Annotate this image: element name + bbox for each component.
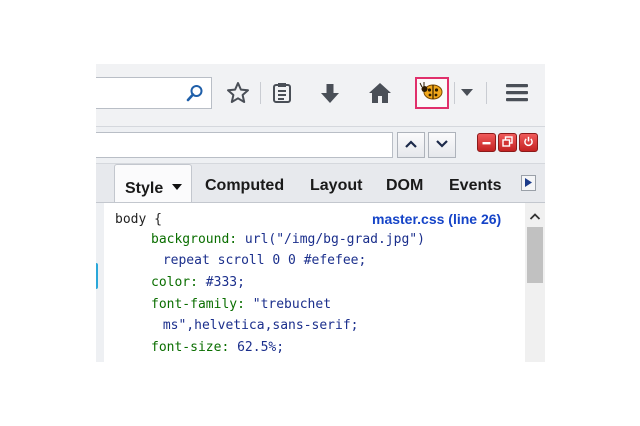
detach-button[interactable] xyxy=(498,133,517,152)
css-property: font-family: xyxy=(151,297,245,312)
css-value: repeat scroll 0 0 #efefee; xyxy=(155,253,367,268)
css-source-link[interactable]: master.css (line 26) xyxy=(372,211,501,227)
css-rule-panel: body { master.css (line 26) background: … xyxy=(104,203,525,362)
css-declaration-continued: ms",helvetica,sans-serif; xyxy=(155,316,359,336)
clipboard-icon[interactable] xyxy=(268,79,296,107)
css-declaration-continued: repeat scroll 0 0 #efefee; xyxy=(155,251,367,271)
vertical-scrollbar[interactable] xyxy=(525,203,545,362)
toolbar-separator xyxy=(486,82,487,104)
devtools-side-tabs: Style Computed Layout DOM Events xyxy=(96,164,545,203)
browser-window: Style Computed Layout DOM Events body { … xyxy=(96,64,545,362)
extension-button[interactable] xyxy=(415,77,449,109)
ladybug-icon xyxy=(419,80,445,107)
chevron-down-icon xyxy=(435,136,449,154)
search-icon[interactable] xyxy=(186,84,204,107)
minimize-button[interactable] xyxy=(477,133,496,152)
css-value: 62.5%; xyxy=(229,340,285,355)
css-value: ms",helvetica,sans-serif; xyxy=(155,318,359,333)
tab-layout[interactable]: Layout xyxy=(310,164,362,202)
scrollbar-thumb[interactable] xyxy=(527,227,543,283)
download-arrow-icon[interactable] xyxy=(316,79,344,107)
star-icon[interactable] xyxy=(224,79,252,107)
toolbar-separator xyxy=(454,82,455,104)
power-icon xyxy=(523,134,534,152)
tab-label: Events xyxy=(449,177,502,194)
css-value: #333; xyxy=(197,275,245,290)
hamburger-icon[interactable] xyxy=(503,79,531,107)
home-icon[interactable] xyxy=(366,79,394,107)
toolbar-separator xyxy=(260,82,261,104)
next-match-button[interactable] xyxy=(428,132,456,158)
splitter-handle[interactable] xyxy=(96,263,98,289)
css-property: color: xyxy=(151,275,198,290)
triangle-right-icon xyxy=(525,174,532,192)
chevron-up-icon xyxy=(404,136,418,154)
tab-dom[interactable]: DOM xyxy=(386,164,423,202)
tab-style[interactable]: Style xyxy=(114,164,192,202)
css-declaration[interactable]: color: #333; xyxy=(151,273,245,293)
devtools-search-input[interactable] xyxy=(96,132,393,158)
restore-window-icon xyxy=(502,134,513,152)
tab-label: Computed xyxy=(205,177,285,194)
css-selector: body { xyxy=(115,212,162,227)
tab-label: Style xyxy=(125,180,164,197)
more-tabs-button[interactable] xyxy=(521,175,536,191)
css-declaration[interactable]: background: url("/img/bg-grad.jpg") xyxy=(151,230,425,250)
tab-computed[interactable]: Computed xyxy=(205,164,284,202)
css-declaration[interactable]: font-family: "trebuchet xyxy=(151,295,331,315)
tab-label: Layout xyxy=(310,177,363,194)
browser-toolbar xyxy=(96,64,545,127)
previous-match-button[interactable] xyxy=(397,132,425,158)
css-value: url("/img/bg-grad.jpg") xyxy=(237,232,425,247)
css-value: "trebuchet xyxy=(244,297,332,312)
tab-events[interactable]: Events xyxy=(449,164,501,202)
css-property: background: xyxy=(151,232,238,247)
dropdown-triangle-icon[interactable] xyxy=(456,79,478,107)
css-property: font-size: xyxy=(151,340,230,355)
search-field[interactable] xyxy=(96,77,212,109)
power-button[interactable] xyxy=(519,133,538,152)
tab-label: DOM xyxy=(386,177,424,194)
scroll-up-arrow-icon[interactable] xyxy=(529,207,541,225)
css-declaration[interactable]: font-size: 62.5%; xyxy=(151,338,284,358)
minimize-icon xyxy=(481,134,492,152)
